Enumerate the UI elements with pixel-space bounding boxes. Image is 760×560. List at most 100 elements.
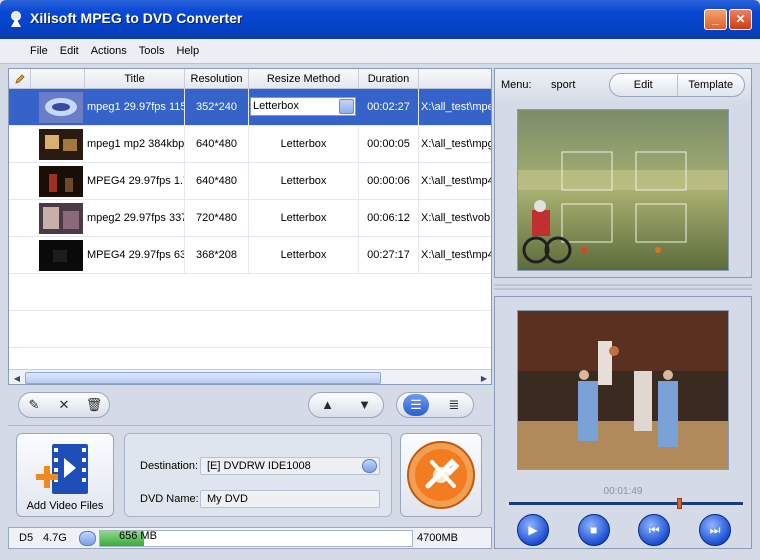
- row-resize-method[interactable]: Letterbox: [249, 200, 359, 237]
- row-title: mpeg1 29.97fps 115: [85, 89, 185, 126]
- column-resize-method[interactable]: Resize Method: [249, 69, 359, 89]
- column-thumb[interactable]: [31, 69, 85, 89]
- add-video-files-label: Add Video Files: [26, 500, 104, 512]
- disc-size: 4.7G: [43, 532, 67, 544]
- row-resolution: 640*480: [185, 126, 249, 163]
- add-video-files-button[interactable]: Add Video Files: [16, 433, 114, 517]
- remove-icon[interactable]: ✕: [51, 394, 77, 416]
- capacity-max: 4700MB: [417, 532, 458, 544]
- menu-edit[interactable]: Edit: [54, 39, 85, 63]
- empty-row: [9, 311, 491, 348]
- horizontal-scrollbar[interactable]: ◀ ▶: [9, 369, 491, 384]
- scroll-right-icon[interactable]: ▶: [477, 372, 491, 384]
- view-tools-group: ☰ ≣: [396, 392, 474, 418]
- table-row[interactable]: mpeg2 29.97fps 337 720*480 Letterbox 00:…: [9, 200, 491, 237]
- row-resize-method[interactable]: Letterbox: [249, 126, 359, 163]
- scrollbar-thumb[interactable]: [25, 372, 381, 384]
- app-logo-icon: [11, 11, 21, 27]
- menu-label: Menu:: [501, 79, 532, 91]
- resize-method-select[interactable]: Letterbox: [250, 97, 356, 116]
- edit-icon[interactable]: ✎: [21, 394, 47, 416]
- move-up-icon[interactable]: ▲: [315, 394, 341, 416]
- row-title: MPEG4 29.97fps 638: [85, 237, 185, 274]
- previous-icon[interactable]: ⏮: [638, 514, 671, 546]
- column-edit[interactable]: [9, 69, 31, 89]
- menu-bar: File Edit Actions Tools Help: [0, 39, 760, 64]
- row-resolution: 720*480: [185, 200, 249, 237]
- row-duration: 00:06:12: [359, 200, 419, 237]
- table-row[interactable]: mpeg1 29.97fps 115 352*240 Letterbox 00:…: [9, 89, 492, 126]
- list-toolbar: ✎ ✕ 🗑 ▲ ▼ ☰ ≣: [8, 387, 492, 423]
- row-resolution: 368*208: [185, 237, 249, 274]
- burn-disc-icon: [407, 441, 475, 509]
- video-thumbnail: [39, 92, 83, 123]
- stop-icon[interactable]: ■: [577, 514, 610, 546]
- row-duration: 00:02:27: [359, 89, 419, 126]
- row-title: MPEG4 29.97fps 1.7: [85, 163, 185, 200]
- column-path[interactable]: [419, 69, 491, 89]
- row-path: X:\all_test\vob: [421, 212, 491, 224]
- row-path: X:\all_test\mp4: [421, 249, 492, 261]
- seek-handle[interactable]: [677, 498, 683, 509]
- scroll-left-icon[interactable]: ◀: [10, 372, 24, 384]
- list-view-icon[interactable]: ≣: [441, 394, 467, 416]
- menu-header: Menu: sport Edit Template: [495, 69, 751, 101]
- close-button[interactable]: ✕: [729, 9, 752, 30]
- output-panel: Add Video Files Destination: [E] DVDRW I…: [8, 425, 492, 521]
- video-preview: [517, 310, 729, 470]
- row-path: X:\all_test\mpe: [421, 101, 492, 113]
- play-icon[interactable]: ▶: [517, 514, 549, 546]
- chevron-down-icon[interactable]: [79, 531, 96, 546]
- menu-preview: [517, 109, 729, 271]
- window-title: Xilisoft MPEG to DVD Converter: [30, 10, 243, 26]
- destination-label: Destination:: [140, 460, 199, 472]
- menu-panel: Menu: sport Edit Template: [494, 68, 752, 278]
- table-row[interactable]: MPEG4 29.97fps 1.7 640*480 Letterbox 00:…: [9, 163, 492, 200]
- row-path: X:\all_test\mp4: [421, 175, 492, 187]
- row-duration: 00:00:06: [359, 163, 419, 200]
- row-resolution: 640*480: [185, 163, 249, 200]
- row-duration: 00:27:17: [359, 237, 419, 274]
- destination-select[interactable]: [E] DVDRW IDE1008: [200, 457, 380, 475]
- dvd-name-field[interactable]: My DVD: [200, 490, 380, 508]
- minimize-button[interactable]: _: [704, 9, 727, 30]
- menu-help[interactable]: Help: [170, 39, 205, 63]
- move-down-icon[interactable]: ▼: [352, 394, 378, 416]
- row-resize-method[interactable]: Letterbox: [249, 237, 359, 274]
- menu-tabs: Edit Template: [609, 73, 745, 97]
- menu-edit-button[interactable]: Edit: [610, 74, 678, 96]
- dvd-name-label: DVD Name:: [140, 493, 199, 505]
- next-icon[interactable]: ⏭: [698, 514, 731, 546]
- row-title: mpeg2 29.97fps 337: [85, 200, 185, 237]
- menu-preview-image: [518, 110, 728, 270]
- menu-tools[interactable]: Tools: [133, 39, 171, 63]
- edit-tools-group: ✎ ✕ 🗑: [18, 392, 110, 418]
- video-thumbnail: [39, 129, 83, 160]
- video-preview-image: [518, 311, 728, 469]
- title-bar: Xilisoft MPEG to DVD Converter _ ✕: [0, 0, 760, 39]
- row-resize-method[interactable]: Letterbox: [249, 163, 359, 200]
- playback-controls: ▶ ■ ⏮ ⏭: [517, 514, 731, 546]
- column-title[interactable]: Title: [85, 69, 185, 89]
- chevron-down-icon[interactable]: [339, 99, 354, 114]
- burn-button[interactable]: [400, 433, 482, 517]
- panel-splitter[interactable]: [494, 282, 752, 292]
- column-resolution[interactable]: Resolution: [185, 69, 249, 89]
- column-duration[interactable]: Duration: [359, 69, 419, 89]
- capacity-used: 656 MB: [119, 530, 157, 542]
- table-row[interactable]: MPEG4 29.97fps 638 368*208 Letterbox 00:…: [9, 237, 492, 274]
- menu-template-button[interactable]: Template: [678, 74, 745, 96]
- menu-actions[interactable]: Actions: [85, 39, 133, 63]
- playback-time: 00:01:49: [603, 486, 643, 497]
- disc-type: D5: [19, 532, 34, 544]
- seek-bar[interactable]: [509, 498, 743, 509]
- row-resolution: 352*240: [185, 89, 249, 126]
- table-row[interactable]: mpeg1 mp2 384kbps 640*480 Letterbox 00:0…: [9, 126, 491, 163]
- menu-file[interactable]: File: [24, 39, 54, 63]
- player-panel: 00:01:49 ▶ ■ ⏮ ⏭: [494, 296, 752, 549]
- chevron-down-icon[interactable]: [362, 459, 377, 473]
- trash-icon[interactable]: 🗑: [81, 394, 107, 416]
- empty-row: [9, 274, 491, 311]
- menu-template-name: sport: [551, 79, 576, 91]
- detail-view-icon[interactable]: ☰: [403, 394, 429, 416]
